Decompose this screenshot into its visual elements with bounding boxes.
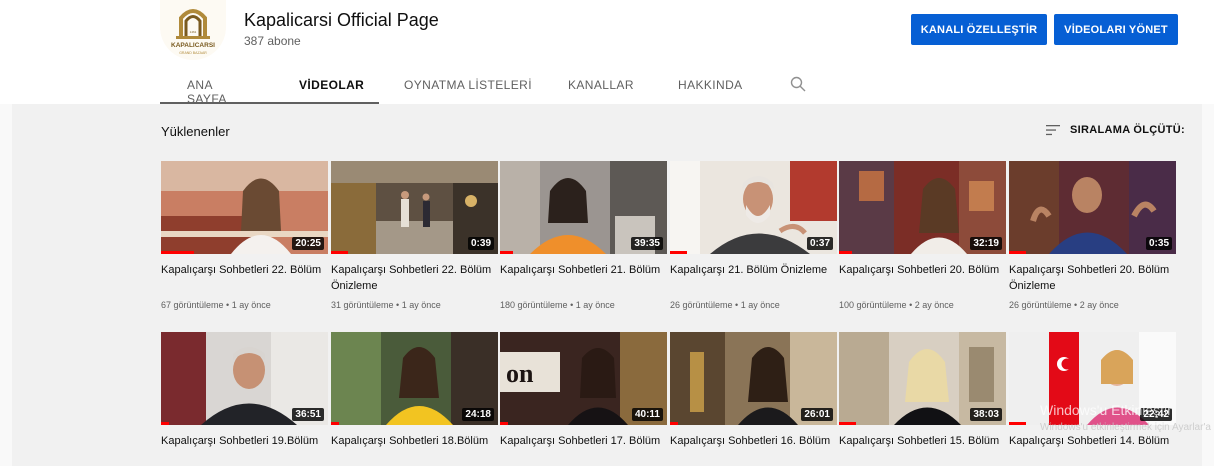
tab-videos[interactable]: VİDEOLAR [160, 64, 379, 104]
channel-avatar[interactable]: KAPALICARSI GRAND BAZAAR 1461 [160, 0, 226, 60]
upload-age: 1 ay önce [740, 300, 780, 310]
thumb-text-decor: on [506, 359, 534, 388]
video-title[interactable]: Kapalıçarşı Sohbetleri 19.Bölüm [161, 433, 328, 465]
video-title[interactable]: Kapalıçarşı Sohbetleri 17. Bölüm [500, 433, 667, 465]
kapalicarsi-logo-icon: KAPALICARSI GRAND BAZAAR 1461 [160, 0, 226, 60]
video-card[interactable]: 26:01 Kapalıçarşı Sohbetleri 16. Bölüm [670, 332, 837, 465]
upload-age: 1 ay önce [231, 300, 271, 310]
video-title[interactable]: Kapalıçarşı Sohbetleri 22. Bölüm Önizlem… [331, 262, 498, 294]
video-duration: 40:11 [631, 408, 663, 421]
sort-by-button[interactable]: SIRALAMA ÖLÇÜTÜ: [1046, 124, 1185, 136]
tab-videos-label: VİDEOLAR [299, 78, 365, 92]
video-thumbnail[interactable]: 24:18 [331, 332, 498, 425]
watch-progress [500, 251, 514, 254]
logo-year: 1461 [190, 30, 197, 34]
watch-progress [670, 251, 687, 254]
video-duration: 32:19 [970, 237, 1002, 250]
video-card[interactable]: 22:42 Kapalıçarşı Sohbetleri 14. Bölüm [1009, 332, 1176, 465]
channel-name: Kapalicarsi Official Page [244, 10, 439, 30]
video-title[interactable]: Kapalıçarşı Sohbetleri 15. Bölüm [839, 433, 1006, 465]
search-icon[interactable] [790, 76, 806, 92]
video-meta: 180 görüntüleme • 1 ay önce [500, 300, 615, 310]
video-meta: 67 görüntüleme • 1 ay önce [161, 300, 271, 310]
logo-text: KAPALICARSI [171, 42, 215, 49]
video-card[interactable]: on 40:11 Kapalıçarşı Sohbetleri 17. Bölü… [500, 332, 667, 465]
video-thumbnail[interactable]: 0:39 [331, 161, 498, 254]
video-duration: 0:39 [467, 237, 494, 250]
watch-progress [161, 422, 170, 425]
watch-progress [1009, 251, 1026, 254]
manage-videos-button[interactable]: VİDEOLARI YÖNET [1054, 14, 1178, 45]
video-duration: 36:51 [292, 408, 324, 421]
video-card[interactable]: 24:18 Kapalıçarşı Sohbetleri 18.Bölüm [331, 332, 498, 465]
view-count: 67 görüntüleme [161, 300, 224, 310]
video-card[interactable]: 20:25 Kapalıçarşı Sohbetleri 22. Bölüm 6… [161, 161, 328, 310]
sort-label: SIRALAMA ÖLÇÜTÜ: [1070, 124, 1185, 136]
video-thumbnail[interactable]: 32:19 [839, 161, 1006, 254]
upload-age: 1 ay önce [575, 300, 615, 310]
watch-progress [670, 422, 679, 425]
video-title[interactable]: Kapalıçarşı Sohbetleri 20. Bölüm [839, 262, 1006, 294]
video-thumbnail[interactable]: 38:03 [839, 332, 1006, 425]
video-duration: 26:01 [801, 408, 833, 421]
upload-age: 2 ay önce [1079, 300, 1119, 310]
video-thumbnail[interactable]: 26:01 [670, 332, 837, 425]
video-card[interactable]: 32:19 Kapalıçarşı Sohbetleri 20. Bölüm 1… [839, 161, 1006, 310]
customize-channel-button[interactable]: KANALI ÖZELLEŞTİR [911, 14, 1047, 45]
windows-activation-hint: Windows'u etkinleştirmek için Ayarlar'a … [1040, 422, 1214, 433]
video-card[interactable]: 0:39 Kapalıçarşı Sohbetleri 22. Bölüm Ön… [331, 161, 498, 310]
video-thumbnail[interactable]: on 40:11 [500, 332, 667, 425]
video-title[interactable]: Kapalıçarşı Sohbetleri 21. Bölüm [500, 262, 667, 294]
sort-icon [1046, 125, 1060, 136]
watch-progress [331, 251, 348, 254]
video-duration: 0:35 [1145, 237, 1172, 250]
video-title[interactable]: Kapalıçarşı 21. Bölüm Önizleme [670, 262, 837, 294]
video-duration: 24:18 [462, 408, 494, 421]
video-title[interactable]: Kapalıçarşı Sohbetleri 16. Bölüm [670, 433, 837, 465]
video-card[interactable]: 36:51 Kapalıçarşı Sohbetleri 19.Bölüm [161, 332, 328, 465]
view-count: 26 görüntüleme [670, 300, 733, 310]
view-count: 180 görüntüleme [500, 300, 568, 310]
watch-progress [331, 422, 340, 425]
video-thumbnail[interactable]: 0:37 [670, 161, 837, 254]
video-thumbnail[interactable]: 36:51 [161, 332, 328, 425]
channel-header: KAPALICARSI GRAND BAZAAR 1461 Kapalicars… [0, 0, 1214, 106]
tab-channels[interactable]: KANALLAR [568, 64, 634, 104]
video-title[interactable]: Kapalıçarşı Sohbetleri 14. Bölüm [1009, 433, 1176, 465]
video-duration: 0:37 [806, 237, 833, 250]
watch-progress [839, 422, 856, 425]
video-duration: 39:35 [631, 237, 663, 250]
video-thumbnail[interactable]: 39:35 [500, 161, 667, 254]
watch-progress [161, 251, 195, 254]
video-title[interactable]: Kapalıçarşı Sohbetleri 18.Bölüm [331, 433, 498, 465]
video-meta: 100 görüntüleme • 2 ay önce [839, 300, 954, 310]
subscriber-count: 387 abone [244, 34, 301, 48]
view-count: 100 görüntüleme [839, 300, 907, 310]
video-meta: 31 görüntüleme • 1 ay önce [331, 300, 441, 310]
watch-progress [500, 422, 509, 425]
video-meta: 26 görüntüleme • 2 ay önce [1009, 300, 1119, 310]
tab-about[interactable]: HAKKINDA [678, 64, 743, 104]
tab-playlists[interactable]: OYNATMA LİSTELERİ [404, 64, 532, 104]
video-meta: 26 görüntüleme • 1 ay önce [670, 300, 780, 310]
video-thumbnail[interactable]: 20:25 [161, 161, 328, 254]
upload-age: 1 ay önce [401, 300, 441, 310]
upload-age: 2 ay önce [914, 300, 954, 310]
section-title: Yüklenenler [161, 124, 230, 139]
video-title[interactable]: Kapalıçarşı Sohbetleri 22. Bölüm [161, 262, 328, 294]
video-card[interactable]: 39:35 Kapalıçarşı Sohbetleri 21. Bölüm 1… [500, 161, 667, 310]
windows-activation-watermark: Windows'u Etkinleştir [1040, 402, 1172, 418]
video-duration: 38:03 [970, 408, 1002, 421]
watch-progress [1009, 422, 1026, 425]
view-count: 31 görüntüleme [331, 300, 394, 310]
view-count: 26 görüntüleme [1009, 300, 1072, 310]
logo-sub: GRAND BAZAAR [179, 51, 207, 55]
video-card[interactable]: 38:03 Kapalıçarşı Sohbetleri 15. Bölüm [839, 332, 1006, 465]
watch-progress [839, 251, 853, 254]
video-thumbnail[interactable]: 0:35 [1009, 161, 1176, 254]
video-title[interactable]: Kapalıçarşı Sohbetleri 20. Bölüm Önizlem… [1009, 262, 1176, 294]
video-card[interactable]: 0:37 Kapalıçarşı 21. Bölüm Önizleme 26 g… [670, 161, 837, 310]
video-card[interactable]: 0:35 Kapalıçarşı Sohbetleri 20. Bölüm Ön… [1009, 161, 1176, 310]
video-duration: 20:25 [292, 237, 324, 250]
